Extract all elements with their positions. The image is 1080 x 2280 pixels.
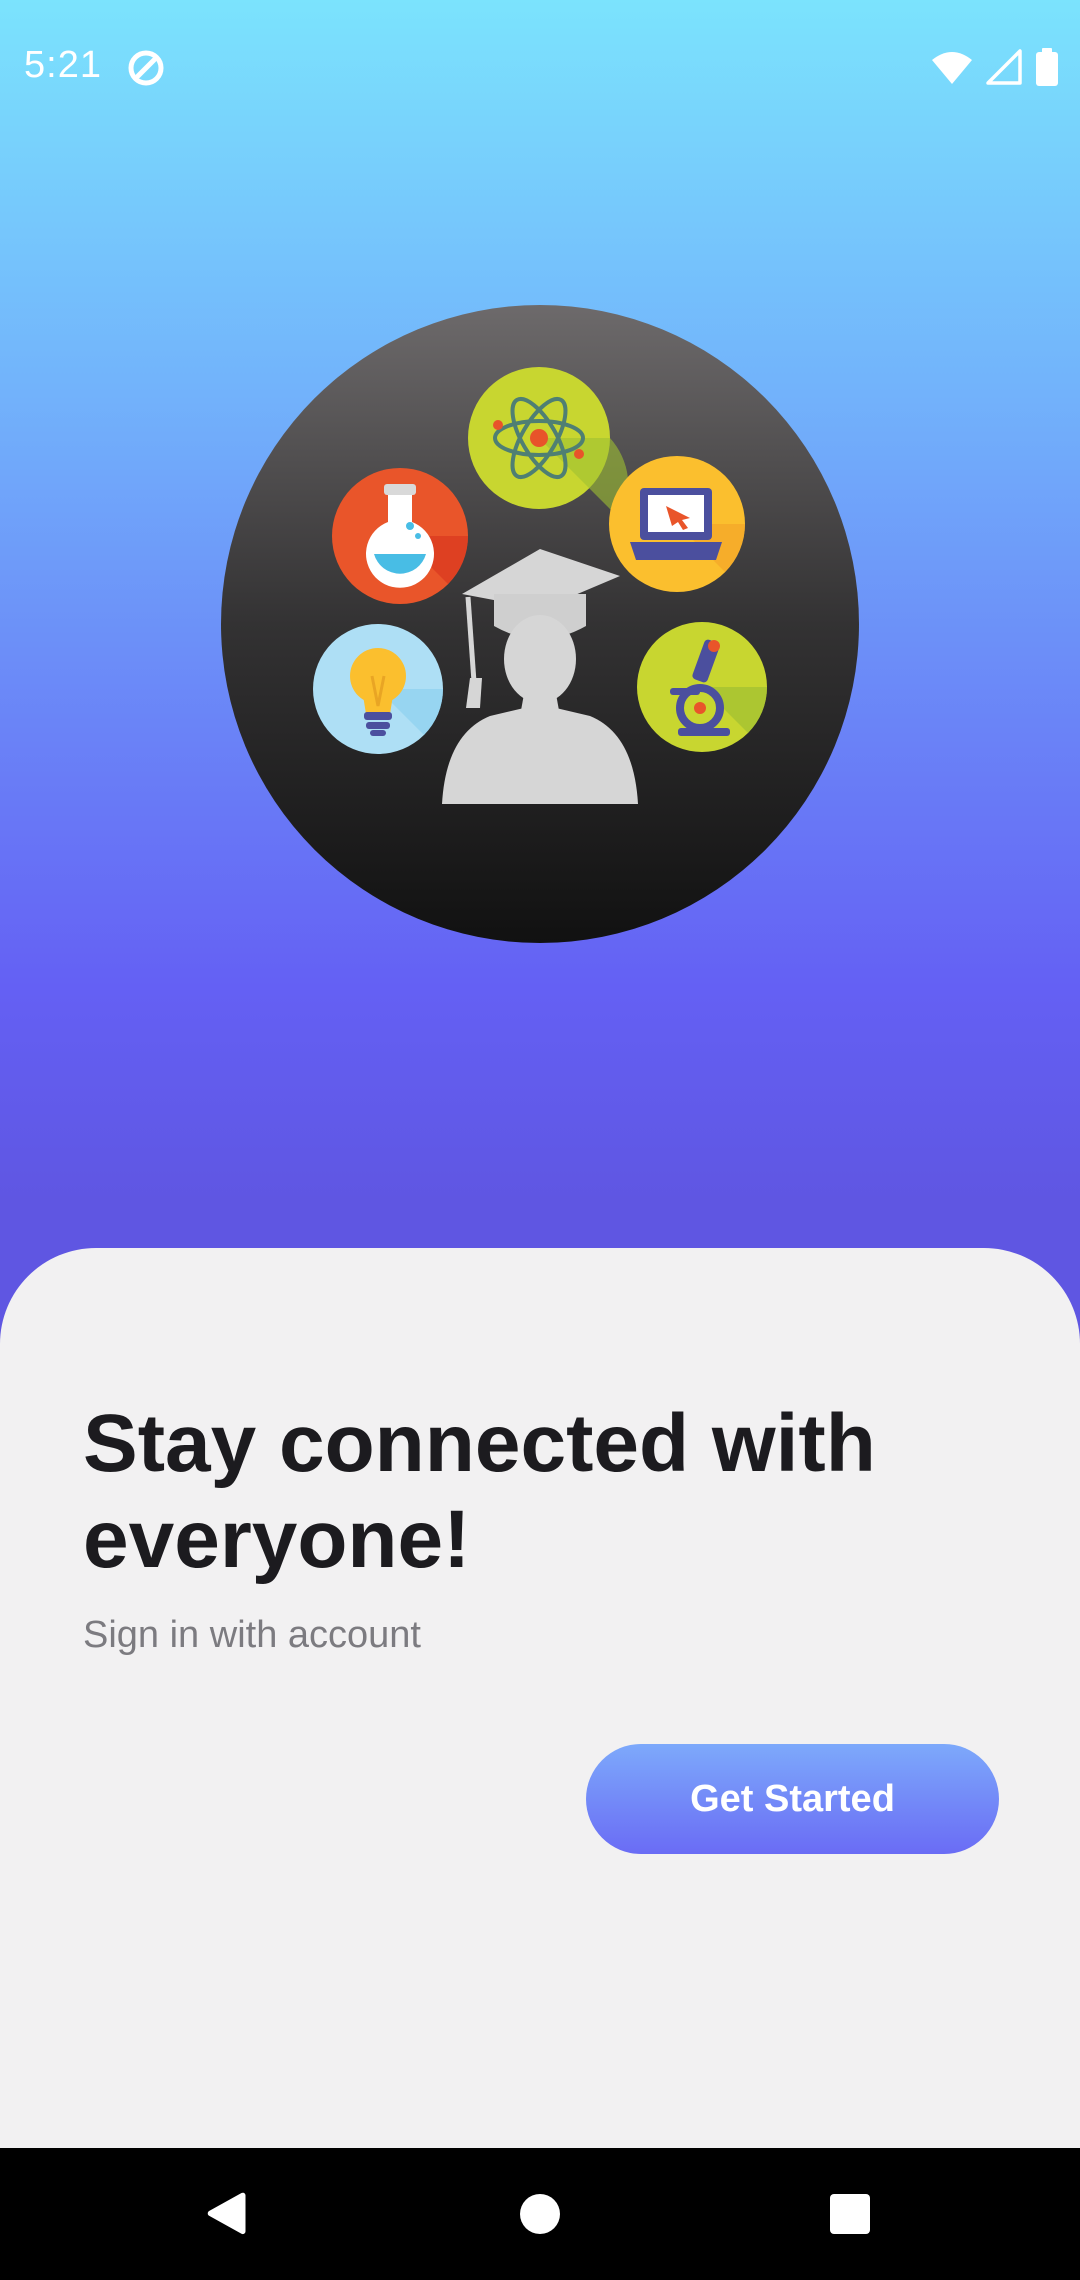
microscope-icon	[637, 622, 768, 752]
light-bulb-icon	[313, 624, 444, 754]
laptop-icon	[609, 456, 745, 592]
home-icon	[520, 2194, 560, 2234]
data-saver-icon	[128, 50, 164, 86]
headline: Stay connected with everyone!	[83, 1398, 876, 1585]
navigation-bar	[0, 2148, 1080, 2280]
recents-button[interactable]	[790, 2148, 910, 2280]
cellular-signal-icon	[986, 49, 1022, 85]
back-icon	[207, 2192, 246, 2235]
recents-icon	[830, 2194, 870, 2234]
battery-icon	[1036, 48, 1058, 86]
subtitle: Sign in with account	[83, 1614, 421, 1656]
home-button[interactable]	[480, 2148, 600, 2280]
graduate-with-science-icons-illustration	[221, 305, 859, 943]
status-time: 5:21	[24, 44, 102, 86]
wifi-icon	[932, 52, 972, 84]
system-icons	[932, 46, 1058, 88]
onboarding-screen: 5:21 Stay connected with everyone! Sign …	[0, 0, 1080, 2148]
flask-icon	[332, 468, 468, 604]
onboarding-card	[0, 1248, 1080, 2148]
back-button[interactable]	[167, 2148, 287, 2280]
status-bar: 5:21	[0, 0, 1080, 135]
get-started-button[interactable]: Get Started	[586, 1744, 999, 1854]
